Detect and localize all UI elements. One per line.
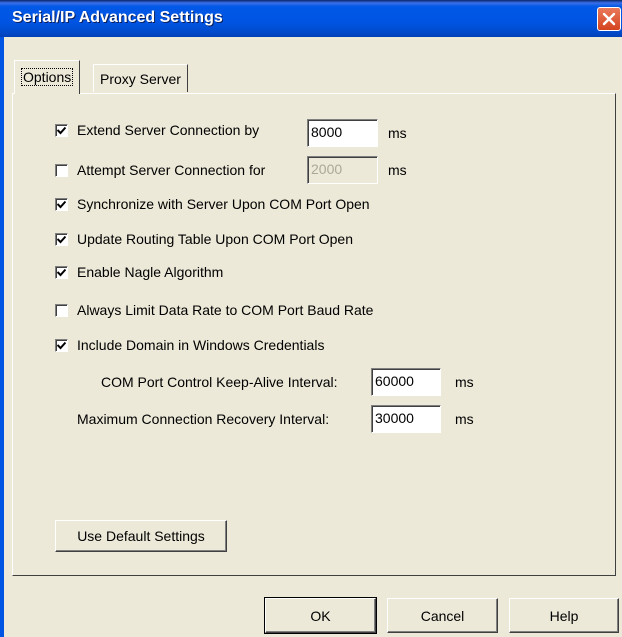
recovery-input[interactable]: 30000 <box>371 405 441 433</box>
tab-options[interactable]: Options <box>14 60 81 94</box>
tab-options-label: Options <box>21 68 74 86</box>
extend-server-connection-option[interactable]: Extend Server Connection by <box>55 122 259 138</box>
attempt-server-input: 2000 <box>307 156 378 184</box>
extend-server-checkbox[interactable] <box>55 123 68 137</box>
nagle-option[interactable]: Enable Nagle Algorithm <box>55 264 223 280</box>
attempt-server-checkbox[interactable] <box>55 163 68 177</box>
cancel-button[interactable]: Cancel <box>387 598 498 633</box>
checkmark-icon <box>57 235 66 243</box>
window-left-border <box>0 37 4 637</box>
synchronize-label: Synchronize with Server Upon COM Port Op… <box>77 196 370 212</box>
checkmark-icon <box>57 126 66 134</box>
keep-alive-label: COM Port Control Keep-Alive Interval: <box>101 374 338 390</box>
limit-data-rate-option[interactable]: Always Limit Data Rate to COM Port Baud … <box>55 302 373 318</box>
include-domain-option[interactable]: Include Domain in Windows Credentials <box>55 337 324 353</box>
nagle-checkbox[interactable] <box>55 265 68 279</box>
help-button[interactable]: Help <box>509 598 619 633</box>
limit-data-rate-checkbox[interactable] <box>55 303 68 317</box>
tab-proxy-server[interactable]: Proxy Server <box>93 64 188 92</box>
keep-alive-unit: ms <box>455 374 474 390</box>
update-routing-label: Update Routing Table Upon COM Port Open <box>77 231 354 247</box>
synchronize-option[interactable]: Synchronize with Server Upon COM Port Op… <box>55 196 370 212</box>
recovery-unit: ms <box>455 411 474 427</box>
checkmark-icon <box>57 268 66 276</box>
include-domain-label: Include Domain in Windows Credentials <box>77 337 325 353</box>
ok-button[interactable]: OK <box>264 597 377 634</box>
nagle-label: Enable Nagle Algorithm <box>77 264 224 280</box>
include-domain-checkbox[interactable] <box>55 338 68 352</box>
keep-alive-input[interactable]: 60000 <box>371 368 441 396</box>
checkmark-icon <box>57 200 66 208</box>
close-button[interactable] <box>597 7 621 31</box>
extend-server-label: Extend Server Connection by <box>77 122 260 138</box>
attempt-server-unit: ms <box>388 162 407 178</box>
update-routing-checkbox[interactable] <box>55 232 68 246</box>
close-icon <box>602 12 616 26</box>
recovery-label: Maximum Connection Recovery Interval: <box>77 411 330 427</box>
extend-server-unit: ms <box>388 125 407 141</box>
attempt-server-label: Attempt Server Connection for <box>77 162 266 178</box>
use-default-settings-button[interactable]: Use Default Settings <box>55 520 227 552</box>
attempt-server-connection-option[interactable]: Attempt Server Connection for <box>55 162 265 178</box>
tab-proxy-server-label: Proxy Server <box>100 71 181 87</box>
limit-data-rate-label: Always Limit Data Rate to COM Port Baud … <box>77 302 374 318</box>
synchronize-checkbox[interactable] <box>55 197 68 211</box>
title-bar[interactable]: Serial/IP Advanced Settings <box>0 0 622 37</box>
window-title: Serial/IP Advanced Settings <box>12 9 223 26</box>
extend-server-input[interactable]: 8000 <box>307 119 378 147</box>
update-routing-option[interactable]: Update Routing Table Upon COM Port Open <box>55 231 353 247</box>
checkmark-icon <box>57 341 66 349</box>
